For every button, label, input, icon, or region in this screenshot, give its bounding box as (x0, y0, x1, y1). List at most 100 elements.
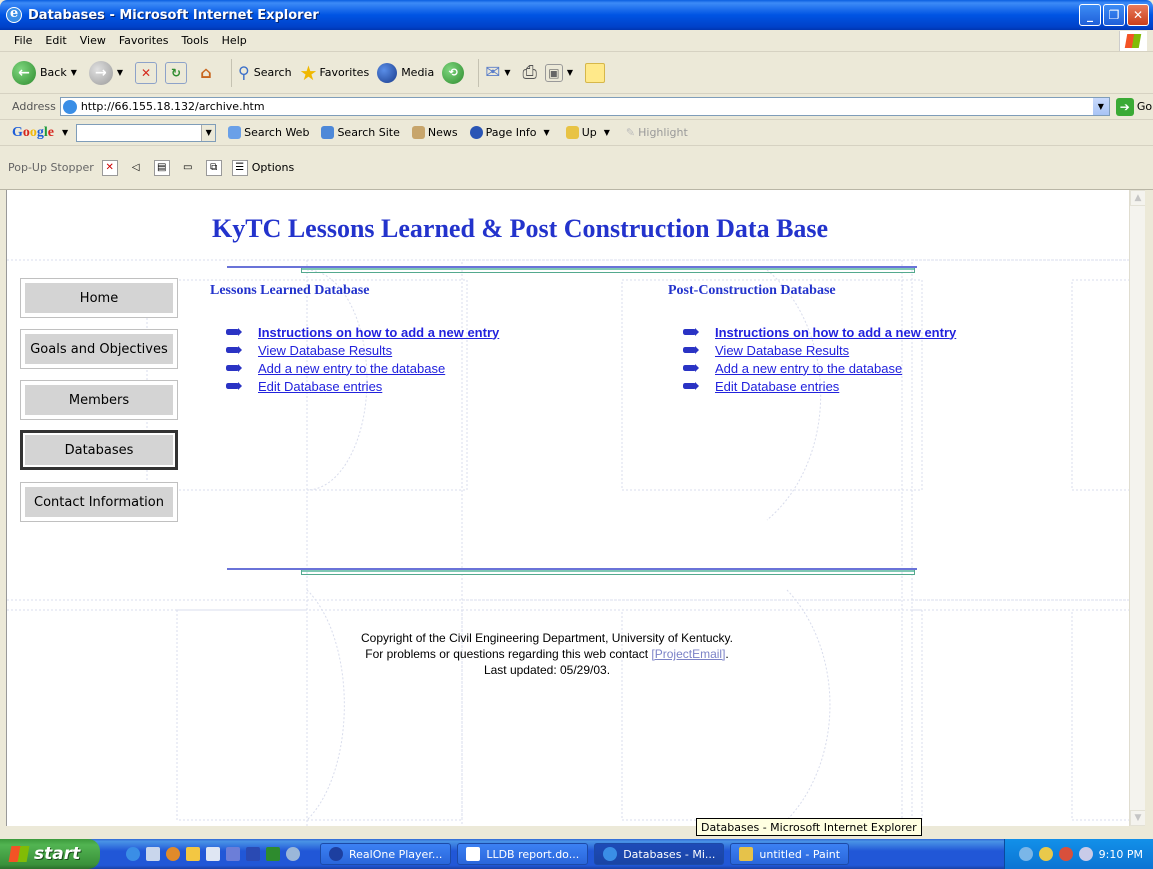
tray-icon[interactable] (1058, 847, 1073, 861)
close-button[interactable]: ✕ (1127, 4, 1149, 26)
mail-icon: ✉ (485, 62, 501, 83)
menu-favorites[interactable]: Favorites (119, 34, 169, 47)
go-button[interactable]: ➔ Go (1115, 97, 1152, 116)
post-add-entry-link[interactable]: Add a new entry to the database (715, 361, 902, 376)
block-popup-icon[interactable]: ✕ (101, 159, 118, 176)
task-lldb-report[interactable]: LLDB report.do... (457, 843, 589, 865)
ie-icon (6, 6, 22, 23)
task-label: LLDB report.do... (486, 847, 580, 861)
minimize-button[interactable]: _ (1079, 4, 1101, 26)
menu-edit[interactable]: Edit (45, 34, 66, 47)
project-email-link[interactable]: [ProjectEmail] (651, 647, 725, 661)
nav-home-button[interactable]: Home (20, 278, 178, 318)
post-edit-entries-link[interactable]: Edit Database entries (715, 379, 839, 394)
mail-icon[interactable] (206, 847, 220, 861)
back-button[interactable]: ← Back ▼ (12, 60, 81, 85)
media-button[interactable]: Media (377, 62, 434, 83)
gear-icon[interactable] (286, 847, 300, 861)
arrow-bullet-icon (226, 364, 242, 372)
copy-icon[interactable]: ⧉ (205, 159, 222, 176)
scroll-up-icon[interactable]: ▲ (1130, 190, 1145, 206)
options-label[interactable]: Options (252, 161, 294, 174)
edit-button[interactable]: ▣ ▼ (544, 63, 577, 82)
window-icon[interactable]: ▤ (153, 159, 170, 176)
start-button[interactable]: start (0, 839, 100, 869)
lessons-add-entry-link[interactable]: Add a new entry to the database (258, 361, 445, 376)
tray-icon[interactable] (1038, 847, 1053, 861)
contact-text: For problems or questions regarding this… (365, 647, 649, 661)
favorites-button[interactable]: ★ Favorites (300, 61, 370, 85)
google-logo[interactable]: Google (12, 125, 54, 141)
folder-icon[interactable]: ▭ (180, 160, 196, 176)
chevron-down-icon[interactable]: ▼ (62, 128, 68, 137)
address-input[interactable]: http://66.155.18.132/archive.htm ▼ (59, 97, 1110, 116)
lessons-learned-links: Instructions on how to add a new entry V… (224, 323, 499, 395)
print-button[interactable]: ⎙ (522, 62, 536, 83)
nav-members-button[interactable]: Members (20, 380, 178, 420)
post-view-results-link[interactable]: View Database Results (715, 343, 849, 358)
history-icon: ⟲ (442, 61, 465, 84)
scroll-down-icon[interactable]: ▼ (1130, 810, 1145, 826)
vertical-scrollbar[interactable]: ▲ ▼ (1129, 190, 1145, 826)
ie-icon[interactable] (126, 847, 140, 861)
address-bar: Address http://66.155.18.132/archive.htm… (0, 94, 1153, 120)
task-label: Databases - Mi... (623, 847, 716, 861)
contact-line: For problems or questions regarding this… (365, 647, 729, 661)
lessons-view-results-link[interactable]: View Database Results (258, 343, 392, 358)
firefox-icon[interactable] (166, 847, 180, 861)
folder-icon[interactable] (186, 847, 200, 861)
lessons-edit-entries-link[interactable]: Edit Database entries (258, 379, 382, 394)
nav-goals-label: Goals and Objectives (25, 334, 173, 364)
app-icon[interactable] (226, 847, 240, 861)
post-instructions-link[interactable]: Instructions on how to add a new entry (715, 325, 956, 340)
network-icon[interactable] (1018, 847, 1033, 861)
stop-button[interactable]: ✕ (135, 61, 158, 84)
menu-help[interactable]: Help (222, 34, 247, 47)
messenger-button[interactable] (585, 62, 606, 83)
menu-view[interactable]: View (80, 34, 106, 47)
word-icon[interactable] (246, 847, 260, 861)
window-controls: _ ❐ ✕ (1079, 4, 1149, 26)
word-doc-icon (466, 847, 481, 861)
page-info-button[interactable]: Page Info ▼ (469, 126, 554, 139)
nav-databases-button[interactable]: Databases (20, 430, 178, 470)
tray-icon[interactable] (1078, 847, 1093, 861)
nav-goals-button[interactable]: Goals and Objectives (20, 329, 178, 369)
task-paint[interactable]: untitled - Paint (730, 843, 850, 865)
favorites-label: Favorites (319, 66, 370, 79)
task-realone[interactable]: RealOne Player... (320, 843, 452, 865)
print-icon: ⎙ (522, 62, 537, 83)
edit-icon: ▣ (544, 63, 563, 82)
home-button[interactable]: ⌂ (195, 62, 217, 84)
chevron-down-icon[interactable]: ▼ (1092, 98, 1109, 115)
google-search-input[interactable]: ▼ (76, 123, 217, 142)
forward-button[interactable]: → ▼ (88, 60, 127, 85)
up-button[interactable]: Up ▼ (565, 126, 614, 139)
task-databases[interactable]: Databases - Mi... (594, 843, 725, 865)
nav-contact-button[interactable]: Contact Information (20, 482, 178, 522)
sound-icon[interactable]: ◁ (128, 160, 144, 176)
excel-icon[interactable] (266, 847, 280, 861)
google-toolbar: Google ▼ ▼ Search Web Search Site News P… (0, 120, 1153, 146)
mail-button[interactable]: ✉ ▼ (485, 62, 514, 83)
search-site-button[interactable]: Search Site (321, 126, 400, 139)
news-button[interactable]: News (411, 126, 458, 139)
options-icon[interactable]: ☰ (231, 159, 248, 176)
refresh-button[interactable]: ↻ (165, 61, 188, 84)
highlight-button[interactable]: ✎ Highlight (626, 126, 688, 139)
notepad-icon[interactable] (146, 847, 160, 861)
address-label: Address (12, 100, 56, 113)
maximize-button[interactable]: ❐ (1103, 4, 1125, 26)
tooltip: Databases - Microsoft Internet Explorer (696, 818, 922, 836)
history-button[interactable]: ⟲ (442, 61, 465, 84)
folder-up-icon (565, 126, 579, 139)
search-button[interactable]: ⚲ Search (238, 63, 292, 82)
menu-file[interactable]: File (14, 34, 32, 47)
menu-tools[interactable]: Tools (182, 34, 209, 47)
lessons-instructions-link[interactable]: Instructions on how to add a new entry (258, 325, 499, 340)
highlight-label: Highlight (638, 126, 688, 139)
search-web-button[interactable]: Search Web (228, 126, 309, 139)
page-viewport: KyTC Lessons Learned & Post Construction… (6, 190, 1145, 826)
chevron-down-icon[interactable]: ▼ (201, 124, 216, 141)
media-icon (377, 62, 398, 83)
